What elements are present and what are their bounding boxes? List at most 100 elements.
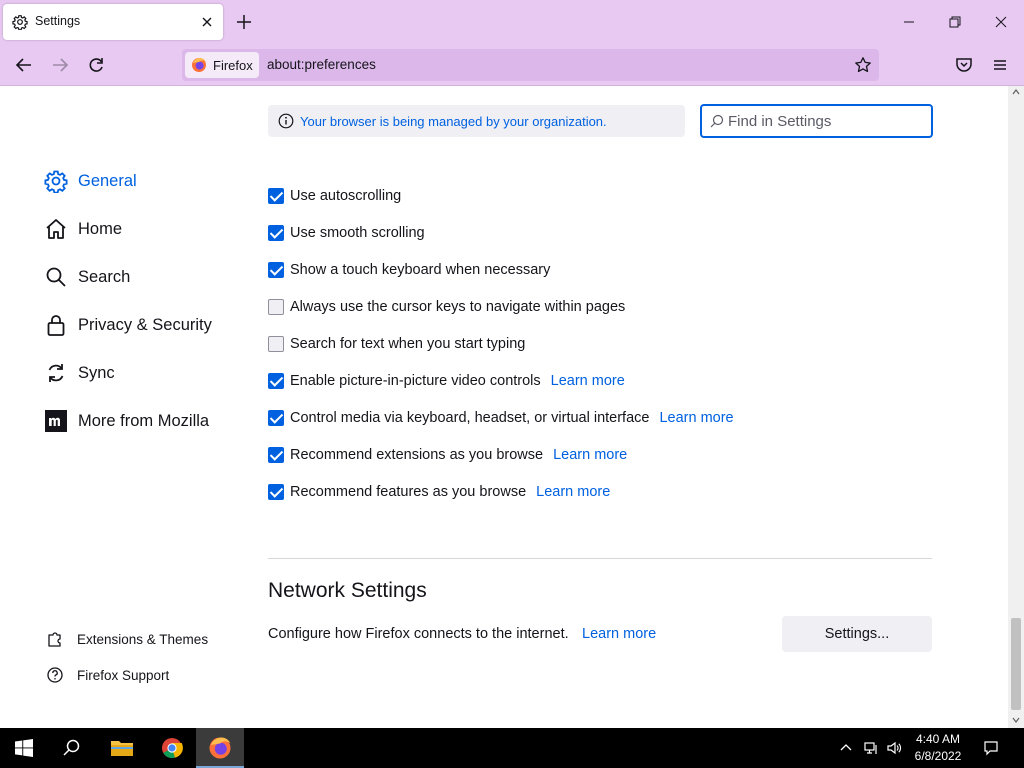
volume-icon[interactable] xyxy=(886,740,902,756)
network-settings-button[interactable]: Settings... xyxy=(782,616,932,652)
sidebar-item-general[interactable]: General xyxy=(44,168,137,194)
option-label: Use smooth scrolling xyxy=(290,225,425,241)
scroll-up-icon[interactable] xyxy=(1012,88,1020,96)
identity-label: Firefox xyxy=(213,58,253,73)
checkbox[interactable] xyxy=(268,410,284,426)
menu-icon[interactable] xyxy=(990,55,1010,75)
chevron-up-icon[interactable] xyxy=(838,740,854,756)
network-settings-description: Configure how Firefox connects to the in… xyxy=(268,626,569,642)
sidebar-item-home[interactable]: Home xyxy=(44,216,122,242)
checkbox[interactable] xyxy=(268,484,284,500)
preferences-page: General Home Search Privacy & Security S… xyxy=(0,86,1008,728)
checkbox[interactable] xyxy=(268,299,284,315)
firefox-logo-icon xyxy=(192,58,206,72)
folder-icon xyxy=(111,741,133,756)
checkbox[interactable] xyxy=(268,262,284,278)
gear-icon xyxy=(44,170,68,193)
firefox-logo-icon xyxy=(209,737,231,759)
reload-icon[interactable] xyxy=(86,55,106,75)
sidebar-item-more-from-mozilla[interactable]: More from Mozilla xyxy=(44,408,209,434)
search-input[interactable] xyxy=(728,110,924,132)
info-icon xyxy=(278,113,294,129)
help-icon xyxy=(47,667,63,683)
chrome-button[interactable] xyxy=(148,728,196,768)
sidebar-item-label: General xyxy=(78,171,137,190)
option-label: Recommend extensions as you browse xyxy=(290,447,544,463)
sidebar-item-label: Home xyxy=(78,219,123,238)
option-autoscrolling[interactable]: Use autoscrolling xyxy=(268,186,401,206)
close-icon[interactable] xyxy=(199,14,215,30)
url-text[interactable]: about:preferences xyxy=(267,57,376,72)
learn-more-link[interactable]: Learn more xyxy=(553,447,627,463)
option-touch-keyboard[interactable]: Show a touch keyboard when necessary xyxy=(268,260,550,280)
find-in-settings[interactable] xyxy=(700,104,933,138)
sync-icon xyxy=(48,364,64,382)
checkbox[interactable] xyxy=(268,225,284,241)
learn-more-link[interactable]: Learn more xyxy=(536,484,610,500)
learn-more-link[interactable]: Learn more xyxy=(659,410,733,426)
checkbox[interactable] xyxy=(268,373,284,389)
mozilla-icon xyxy=(45,410,67,432)
option-label: Enable picture-in-picture video controls xyxy=(290,373,541,389)
forward-icon[interactable] xyxy=(50,55,70,75)
checkbox[interactable] xyxy=(268,336,284,352)
option-picture-in-picture[interactable]: Enable picture-in-picture video controls… xyxy=(268,371,625,391)
learn-more-link[interactable]: Learn more xyxy=(551,373,625,389)
option-recommend-extensions[interactable]: Recommend extensions as you browse Learn… xyxy=(268,445,627,465)
scrolled-heading-remnant xyxy=(268,146,388,164)
lock-icon xyxy=(47,315,65,336)
option-label: Search for text when you start typing xyxy=(290,336,526,352)
sidebar-item-label: Search xyxy=(78,267,131,286)
option-cursor-keys[interactable]: Always use the cursor keys to navigate w… xyxy=(268,297,625,317)
sidebar-item-label: Sync xyxy=(78,363,115,382)
page-scrollbar[interactable] xyxy=(1008,86,1024,728)
scroll-down-icon[interactable] xyxy=(1012,716,1020,724)
managed-policy-banner[interactable]: Your browser is being managed by your or… xyxy=(268,105,685,137)
new-tab-icon[interactable] xyxy=(235,13,253,31)
sidebar-item-firefox-support[interactable]: Firefox Support xyxy=(46,665,169,685)
checkbox[interactable] xyxy=(268,188,284,204)
option-smooth-scrolling[interactable]: Use smooth scrolling xyxy=(268,223,425,243)
windows-taskbar: 4:40 AM 6/8/2022 xyxy=(0,728,1024,768)
url-bar[interactable]: Firefox about:preferences xyxy=(182,49,879,81)
search-icon xyxy=(63,739,80,756)
section-divider xyxy=(268,558,932,559)
network-learn-more-link[interactable]: Learn more xyxy=(582,626,656,642)
scrollbar-thumb[interactable] xyxy=(1011,618,1021,710)
option-label: Recommend features as you browse xyxy=(290,484,527,500)
chrome-icon xyxy=(162,738,183,759)
sidebar-item-label: Firefox Support xyxy=(77,667,170,683)
firefox-taskbar-button[interactable] xyxy=(196,728,244,768)
sidebar-item-privacy-security[interactable]: Privacy & Security xyxy=(44,312,212,338)
system-clock[interactable]: 4:40 AM 6/8/2022 xyxy=(908,731,968,765)
restore-icon[interactable] xyxy=(946,13,964,31)
sidebar-item-search[interactable]: Search xyxy=(44,264,130,290)
identity-box[interactable]: Firefox xyxy=(185,52,259,78)
checkbox[interactable] xyxy=(268,447,284,463)
network-icon[interactable] xyxy=(863,740,879,756)
sidebar-item-extensions-themes[interactable]: Extensions & Themes xyxy=(46,629,208,649)
back-icon[interactable] xyxy=(14,55,34,75)
file-explorer-button[interactable] xyxy=(98,728,146,768)
option-label: Use autoscrolling xyxy=(290,188,402,204)
search-icon xyxy=(46,267,66,287)
option-recommend-features[interactable]: Recommend features as you browse Learn m… xyxy=(268,482,610,502)
window-close-icon[interactable] xyxy=(992,13,1010,31)
gear-icon xyxy=(12,15,28,30)
windows-logo-icon xyxy=(15,739,33,757)
search-icon xyxy=(710,114,724,128)
taskbar-search-button[interactable] xyxy=(48,728,96,768)
sidebar-item-sync[interactable]: Sync xyxy=(44,360,115,386)
bookmark-star-icon[interactable] xyxy=(854,56,872,74)
tab-settings[interactable]: Settings xyxy=(3,4,223,40)
start-button[interactable] xyxy=(0,728,48,768)
option-media-control[interactable]: Control media via keyboard, headset, or … xyxy=(268,408,734,428)
sidebar-item-label: Privacy & Security xyxy=(78,315,212,334)
pocket-icon[interactable] xyxy=(954,55,974,75)
minimize-icon[interactable] xyxy=(900,13,918,31)
option-search-when-typing[interactable]: Search for text when you start typing xyxy=(268,334,525,354)
notifications-icon[interactable] xyxy=(983,740,999,756)
option-label: Control media via keyboard, headset, or … xyxy=(290,410,650,426)
managed-policy-text[interactable]: Your browser is being managed by your or… xyxy=(300,114,607,129)
clock-time: 4:40 AM xyxy=(915,732,961,746)
